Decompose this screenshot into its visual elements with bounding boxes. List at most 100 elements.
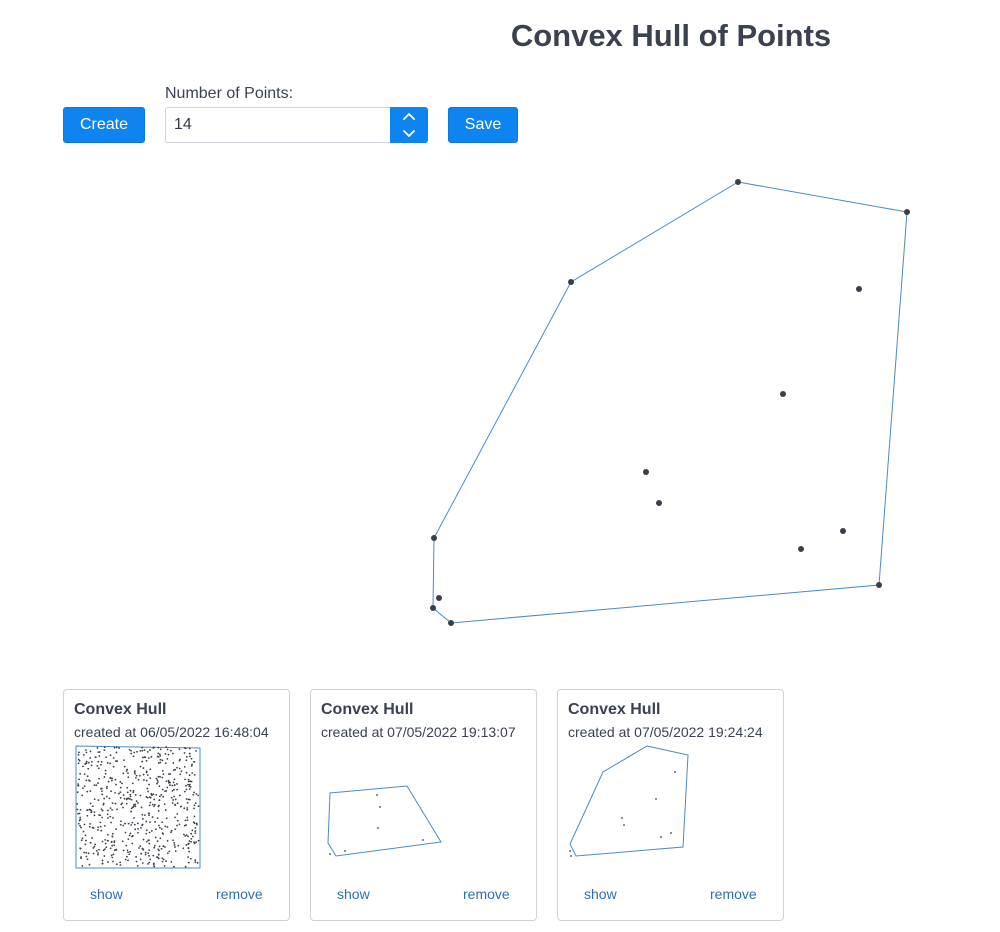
thumbnail-point — [169, 784, 171, 786]
create-button[interactable]: Create — [63, 107, 145, 143]
thumbnail-point — [157, 805, 160, 808]
thumbnail-point — [139, 794, 142, 797]
card-title: Convex Hull — [568, 701, 661, 718]
thumbnail-point — [112, 757, 115, 759]
thumbnail-point — [112, 765, 115, 768]
thumbnail-point — [166, 852, 169, 855]
thumbnail-point — [166, 748, 169, 751]
stepper-up-button[interactable] — [390, 107, 428, 125]
thumbnail-point — [146, 796, 149, 799]
show-link[interactable]: show — [337, 886, 370, 902]
thumbnail-point — [89, 802, 92, 805]
thumbnail-point — [196, 862, 199, 864]
thumbnail-point — [78, 812, 81, 815]
thumbnail-point — [93, 814, 96, 817]
remove-link[interactable]: remove — [216, 886, 263, 902]
thumbnail-point — [179, 773, 182, 776]
thumbnail-point — [126, 849, 129, 852]
thumbnail-point — [187, 847, 190, 850]
thumbnail-point — [155, 777, 158, 780]
thumbnail-point — [147, 862, 149, 865]
thumbnail-point — [145, 759, 148, 762]
thumbnail-point — [130, 798, 133, 801]
thumbnail-point — [146, 787, 149, 790]
thumbnail-point — [193, 773, 196, 776]
thumbnail-point — [158, 845, 161, 848]
thumbnail-point — [135, 860, 138, 863]
thumbnail-point — [84, 763, 87, 765]
thumbnail-point — [166, 840, 169, 842]
thumbnail-point — [187, 861, 190, 864]
thumbnail-point — [157, 853, 160, 856]
stepper-down-button[interactable] — [390, 125, 428, 143]
thumbnail-point — [96, 829, 99, 831]
thumbnail-point — [174, 846, 176, 848]
thumbnail-point — [98, 848, 100, 851]
thumbnail-point — [145, 779, 148, 782]
thumbnail-point — [106, 785, 108, 788]
thumbnail-point — [111, 802, 114, 805]
thumbnail-point — [135, 800, 138, 803]
points-count-input[interactable] — [165, 107, 391, 143]
thumbnail-point — [115, 863, 118, 866]
thumbnail-point — [127, 851, 129, 854]
thumbnail-point — [170, 829, 173, 832]
thumbnail-point — [119, 861, 122, 864]
thumbnail-point — [179, 794, 181, 797]
thumbnail-point — [172, 799, 175, 801]
thumbnail-point — [195, 841, 198, 844]
thumbnail-point — [187, 835, 189, 838]
thumbnail-point — [142, 848, 145, 851]
thumbnail-point — [115, 848, 118, 851]
thumbnail-point — [141, 760, 144, 763]
thumbnail-point — [141, 818, 144, 820]
remove-link[interactable]: remove — [710, 886, 757, 902]
convex-hull-canvas[interactable] — [0, 160, 1000, 660]
card-title: Convex Hull — [74, 701, 167, 718]
thumbnail-point — [160, 828, 163, 830]
point — [568, 279, 574, 285]
thumbnail-point — [96, 746, 99, 749]
show-link[interactable]: show — [90, 886, 123, 902]
thumbnail-point — [152, 862, 155, 865]
show-link[interactable]: show — [584, 886, 617, 902]
thumbnail-point — [194, 859, 197, 862]
thumbnail-point — [148, 842, 151, 845]
thumbnail-point — [149, 821, 151, 824]
thumbnail-point — [115, 783, 117, 786]
thumbnail-point — [173, 795, 175, 798]
thumbnail-point — [111, 835, 114, 838]
thumbnail-point — [172, 839, 175, 842]
point — [735, 179, 741, 185]
point — [876, 582, 882, 588]
thumbnail-point — [133, 803, 135, 806]
save-button[interactable]: Save — [448, 107, 518, 143]
thumbnail-point — [159, 761, 162, 764]
thumbnail-point — [183, 807, 186, 810]
thumbnail-point — [193, 791, 195, 794]
thumbnail-point — [89, 841, 92, 844]
thumbnail-point — [130, 749, 132, 752]
thumbnail-point — [141, 756, 144, 759]
point — [448, 620, 454, 626]
thumbnail-point — [191, 763, 193, 766]
thumbnail-point — [122, 824, 125, 827]
thumbnail-point — [168, 780, 170, 783]
thumbnail-point — [87, 852, 90, 855]
thumbnail-point — [89, 757, 92, 759]
thumbnail-point — [171, 789, 174, 792]
thumbnail-point — [148, 804, 151, 807]
thumbnail-point — [105, 787, 108, 790]
thumbnail-point — [119, 786, 122, 789]
remove-link[interactable]: remove — [463, 886, 510, 902]
thumbnail-point — [140, 806, 143, 809]
thumbnail-point — [173, 778, 176, 781]
thumbnail-point — [97, 782, 99, 785]
thumbnail-point — [157, 781, 159, 783]
card-created-at: created at 07/05/2022 19:24:24 — [568, 724, 763, 740]
thumbnail-point — [172, 762, 175, 764]
thumbnail-point — [570, 855, 572, 857]
thumbnail-point — [156, 856, 159, 859]
thumbnail-point — [84, 834, 87, 837]
thumbnail-point — [136, 822, 139, 825]
